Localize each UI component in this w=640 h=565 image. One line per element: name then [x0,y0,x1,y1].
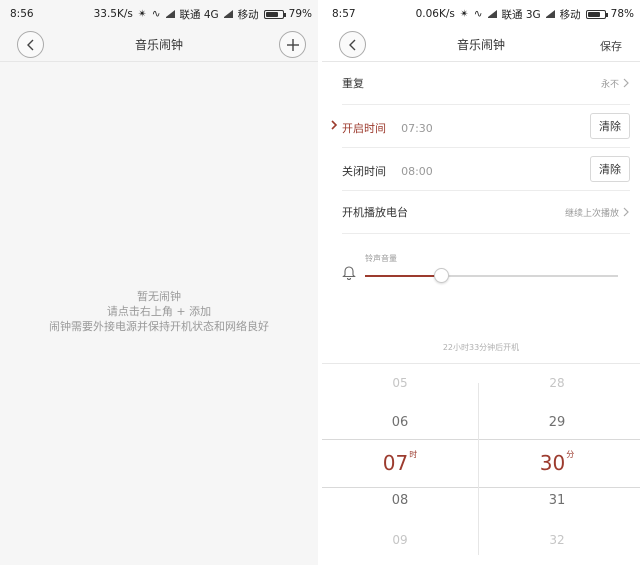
alarm-edit-screen: 8:57 0.06K/s ✴ ∿ 联通 3G 移动 78% 音乐闹钟 保存 重复… [322,0,640,565]
wifi-icon: ∿ [473,8,483,20]
clear-off-time-button[interactable]: 清除 [590,156,630,182]
off-time-value: 08:00 [401,164,433,178]
selected-marker-icon [331,120,338,130]
minute-option[interactable]: 29 [479,415,635,430]
signal-icon [545,9,555,18]
net-speed: 33.5K/s [93,8,133,20]
minute-option[interactable]: 28 [479,376,635,390]
countdown-text: 22小时33分钟后开机 [442,343,520,352]
time-picker[interactable]: 22小时33分钟后开机 05 06 07时 08 09 28 29 30分 31… [322,308,640,565]
volume-fill [365,275,441,277]
hour-option[interactable]: 08 [322,493,478,508]
carrier-1: 联通 3G [501,8,541,21]
chevron-left-icon [26,39,33,50]
signal-icon [223,9,233,18]
empty-hint: 请点击右上角 + 添加 [106,305,212,318]
battery-icon [585,9,608,19]
signal-icon [487,9,497,18]
signal-icon [165,9,175,18]
minute-unit: 分 [566,450,575,459]
hour-option[interactable]: 09 [322,533,478,547]
page-title: 音乐闹钟 [134,38,183,52]
off-time-label: 关闭时间 [342,164,386,178]
hour-option[interactable]: 05 [322,376,478,390]
hour-option[interactable]: 06 [322,415,478,430]
on-time-label: 开启时间 [342,121,386,135]
chevron-right-icon [623,207,629,217]
title-bar: 音乐闹钟 [0,28,318,62]
carrier-1: 联通 4G [179,8,219,21]
minute-option[interactable]: 31 [479,493,635,508]
startup-radio-label: 开机播放电台 [342,206,408,219]
on-time-value: 07:30 [401,121,433,135]
save-button[interactable]: 保存 [600,38,622,54]
chevron-left-icon [348,39,355,50]
divider [322,363,640,364]
hour-unit: 时 [409,450,418,459]
startup-radio-value: 继续上次播放 [564,208,619,219]
repeat-label: 重复 [342,77,364,90]
status-time: 8:57 [332,8,356,20]
empty-title: 暂无闹钟 [137,290,181,303]
empty-alarm-screen: 8:56 33.5K/s ✴ ∿ 联通 4G 移动 79% 音乐闹钟 暂无闹钟 … [0,0,318,565]
page-title: 音乐闹钟 [456,38,505,52]
add-alarm-button[interactable] [279,31,306,58]
chevron-right-icon [623,78,629,88]
clear-on-time-button[interactable]: 清除 [590,113,630,139]
status-time: 8:56 [10,8,34,20]
plus-icon [286,38,299,51]
status-bar: 8:56 33.5K/s ✴ ∿ 联通 4G 移动 79% [0,0,318,28]
startup-radio-row[interactable]: 开机播放电台 继续上次播放 [342,191,630,234]
empty-note: 闹钟需要外接电源并保持开机状态和网络良好 [49,320,269,333]
minute-option[interactable]: 32 [479,533,635,547]
volume-slider-handle[interactable] [433,268,449,283]
net-speed: 0.06K/s [415,8,455,20]
bluetooth-icon: ✴ [459,8,469,20]
bell-icon [342,266,356,280]
back-button[interactable] [17,31,44,58]
volume-control: 铃声音量 [342,234,630,302]
empty-state-message: 暂无闹钟 请点击右上角 + 添加 闹钟需要外接电源并保持开机状态和网络良好 [0,289,318,334]
status-bar: 8:57 0.06K/s ✴ ∿ 联通 3G 移动 78% [322,0,640,28]
carrier-2: 移动 [237,8,259,21]
volume-label: 铃声音量 [365,254,397,263]
battery-percent: 78% [610,8,634,20]
hour-selected[interactable]: 07时 [322,450,478,475]
on-time-row[interactable]: 开启时间 07:30 清除 [331,105,630,148]
bluetooth-icon: ✴ [137,8,147,20]
repeat-value: 永不 [600,79,619,90]
off-time-row[interactable]: 关闭时间 08:00 清除 [342,148,630,191]
minute-selected[interactable]: 30分 [479,450,635,475]
carrier-2: 移动 [559,8,581,21]
title-bar: 音乐闹钟 保存 [322,28,640,62]
repeat-row[interactable]: 重复 永不 [342,62,630,105]
wifi-icon: ∿ [151,8,161,20]
battery-percent: 79% [288,8,312,20]
battery-icon [263,9,286,19]
volume-slider[interactable] [365,268,618,283]
back-button[interactable] [339,31,366,58]
